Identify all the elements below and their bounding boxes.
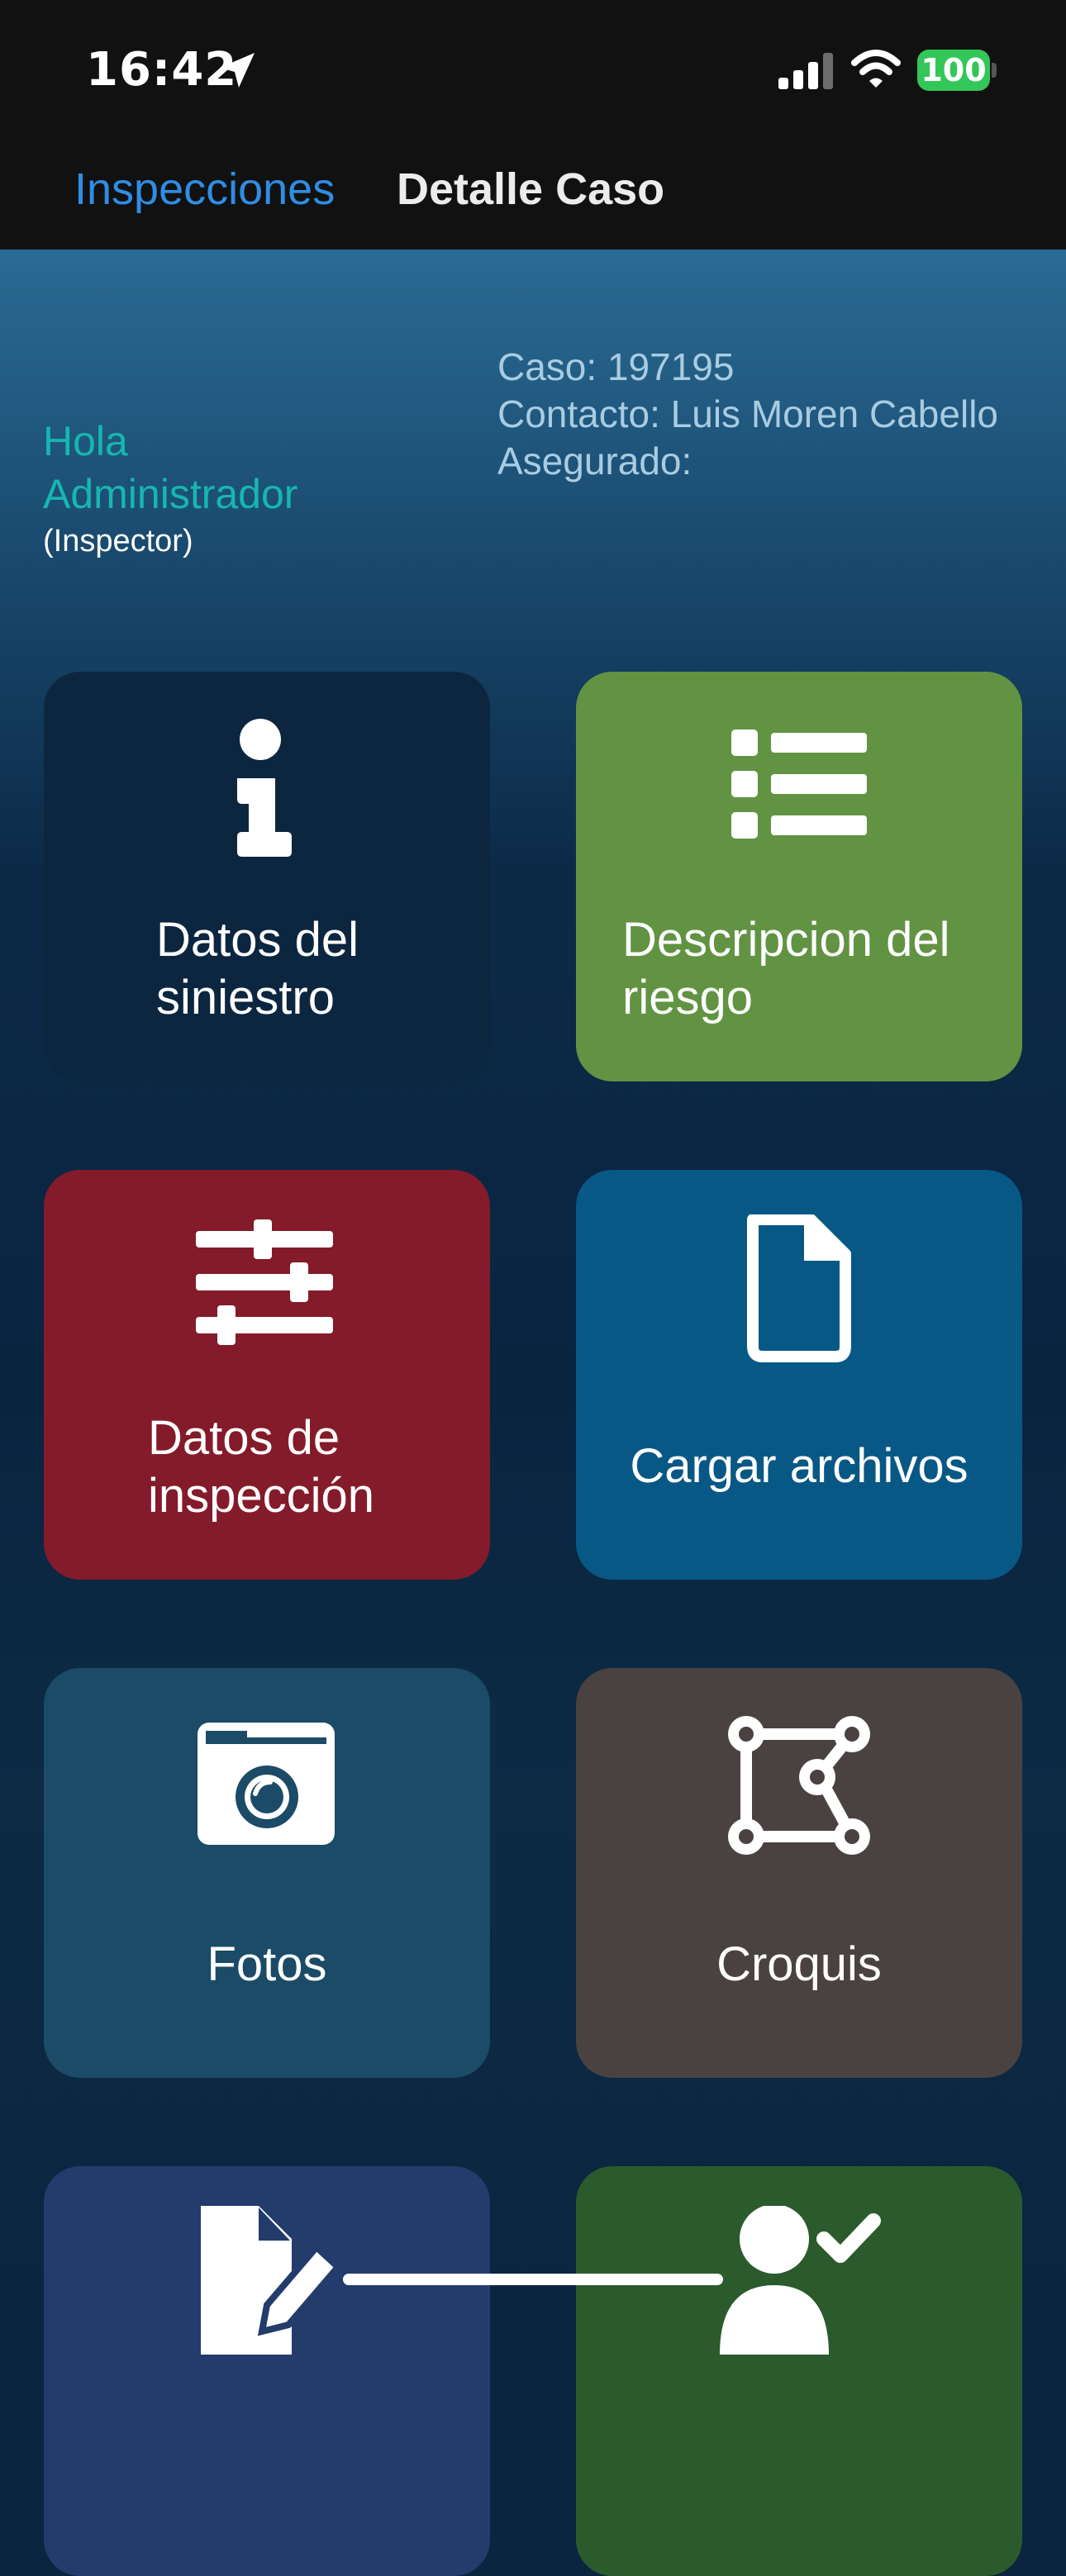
camera-icon (44, 1713, 490, 1861)
tile-label: Datos del siniestro (156, 913, 359, 1024)
home-indicator[interactable] (343, 2274, 723, 2285)
case-number: Caso: 197195 (497, 345, 735, 388)
tile-descripcion-riesgo[interactable]: Descripcion del riesgo (576, 672, 1022, 1081)
signal-icon (778, 53, 833, 89)
battery-cap (992, 63, 997, 78)
tile-label: Fotos (207, 1937, 327, 1991)
greeting-user: Administrador (43, 471, 298, 517)
main-content: Hola Administrador (Inspector) Caso: 197… (0, 250, 1066, 2576)
tile-fotos[interactable]: Fotos (44, 1668, 490, 2078)
file-icon (576, 1214, 1022, 1363)
status-time: 16:42 (86, 43, 238, 97)
wifi-icon (851, 50, 901, 88)
greeting-hola: Hola (43, 418, 128, 464)
vector-shape-icon (576, 1713, 1022, 1861)
tile-datos-siniestro[interactable]: Datos del siniestro (44, 672, 490, 1081)
tile-user-check[interactable] (576, 2166, 1022, 2576)
tile-datos-inspeccion[interactable]: Datos de inspección (44, 1170, 490, 1580)
info-icon (44, 716, 490, 865)
greeting-role: (Inspector) (43, 524, 193, 558)
page-title: Detalle Caso (397, 164, 665, 214)
tile-label: Datos de inspección (148, 1411, 375, 1523)
tile-file-signature[interactable] (44, 2166, 490, 2576)
list-icon (576, 716, 1022, 865)
tile-cargar-archivos[interactable]: Cargar archivos (576, 1170, 1022, 1580)
case-contact: Contacto: Luis Moren Cabello (497, 392, 998, 435)
status-bar: 16:42 100 (0, 0, 1066, 140)
tile-label: Croquis (716, 1937, 882, 1991)
case-info: Caso: 197195 Contacto: Luis Moren Cabell… (497, 344, 998, 485)
back-button[interactable]: Inspecciones (74, 164, 335, 215)
navigation-bar: Inspecciones Detalle Caso (0, 140, 1066, 250)
tile-label: Cargar archivos (630, 1439, 968, 1493)
tile-croquis[interactable]: Croquis (576, 1668, 1022, 2078)
sliders-icon (44, 1214, 490, 1363)
battery-level: 100 (921, 52, 987, 88)
case-insured: Asegurado: (497, 440, 692, 482)
greeting: Hola Administrador (Inspector) (43, 415, 297, 559)
tile-label: Descripcion del riesgo (622, 913, 950, 1024)
location-arrow-icon (220, 53, 255, 88)
battery-icon: 100 (917, 50, 990, 91)
